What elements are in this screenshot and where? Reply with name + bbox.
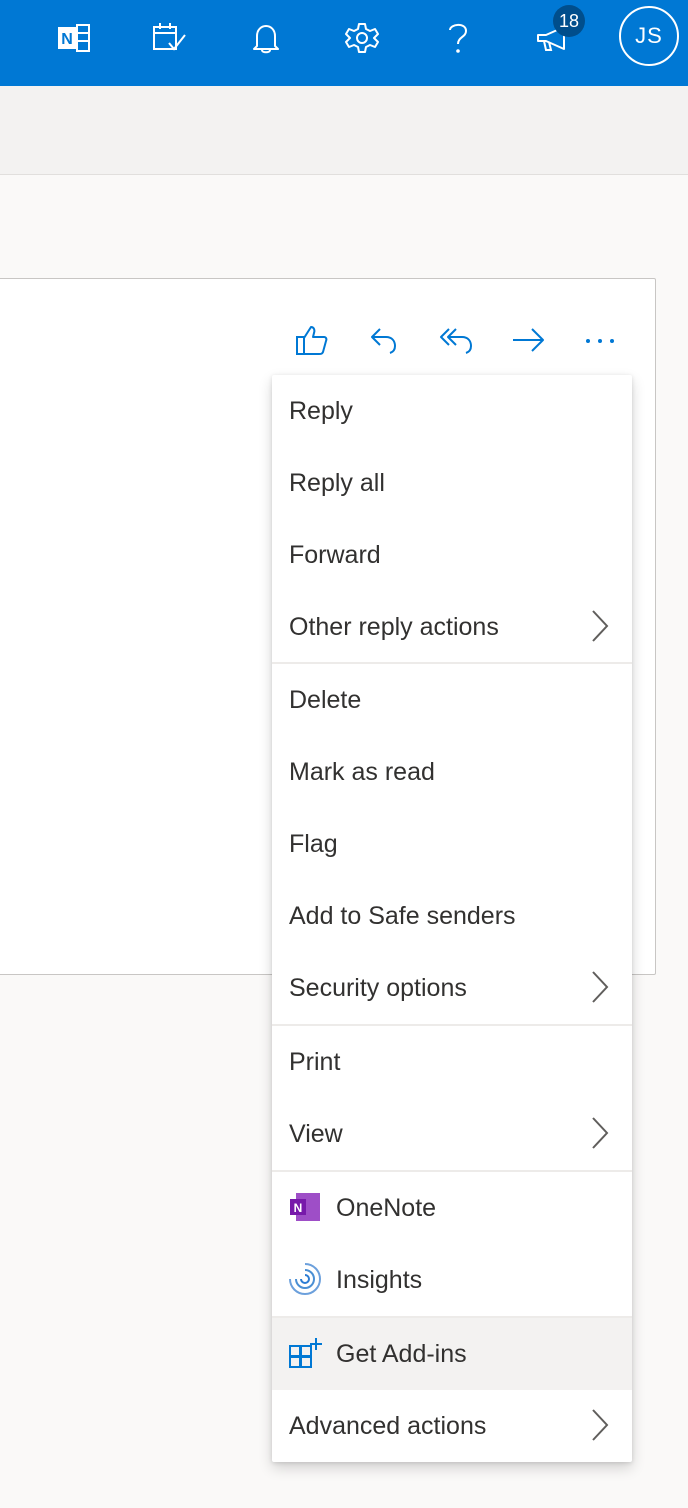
menu-item-forward[interactable]: Forward [272, 519, 632, 591]
get-addins-icon [288, 1336, 322, 1370]
menu-item-label: Insights [336, 1265, 423, 1294]
menu-item-label: Reply [289, 396, 353, 425]
menu-item-label: Forward [289, 540, 381, 569]
menu-item-label: Reply all [289, 468, 385, 497]
command-ribbon [0, 86, 688, 175]
chevron-right-icon [590, 1116, 610, 1157]
menu-item-add-to-safe-senders[interactable]: Add to Safe senders [272, 880, 632, 952]
menu-item-print[interactable]: Print [272, 1026, 632, 1098]
menu-item-view[interactable]: View [272, 1098, 632, 1170]
menu-item-mark-as-read[interactable]: Mark as read [272, 736, 632, 808]
like-button[interactable] [288, 318, 336, 366]
menu-item-label: Get Add-ins [336, 1339, 467, 1368]
svg-text:N: N [61, 31, 73, 48]
avatar[interactable]: JS [619, 6, 679, 66]
menu-item-label: Security options [289, 973, 467, 1002]
svg-text:N: N [294, 1201, 303, 1215]
help-button[interactable] [430, 10, 486, 66]
menu-item-label: Other reply actions [289, 612, 499, 641]
settings-button[interactable] [334, 10, 390, 66]
bell-icon [251, 22, 281, 54]
menu-item-reply-all[interactable]: Reply all [272, 447, 632, 519]
insights-icon [288, 1262, 322, 1296]
menu-item-label: Delete [289, 685, 362, 714]
menu-item-insights[interactable]: Insights [272, 1244, 632, 1316]
my-day-button[interactable] [142, 10, 198, 66]
app-header: N 18 JS [0, 0, 688, 86]
more-actions-button[interactable] [576, 318, 624, 366]
menu-item-onenote[interactable]: N OneNote [272, 1172, 632, 1244]
menu-item-reply[interactable]: Reply [272, 375, 632, 447]
like-icon [295, 324, 329, 361]
menu-item-delete[interactable]: Delete [272, 664, 632, 736]
help-icon [446, 20, 470, 56]
menu-item-label: Print [289, 1047, 341, 1076]
reply-icon [369, 325, 399, 360]
notifications-button[interactable] [238, 10, 294, 66]
onenote-feed-icon: N [57, 23, 91, 53]
menu-item-flag[interactable]: Flag [272, 808, 632, 880]
menu-item-security-options[interactable]: Security options [272, 952, 632, 1024]
reply-all-icon [439, 325, 475, 360]
onenote-icon: N [288, 1190, 322, 1224]
reply-button[interactable] [360, 318, 408, 366]
onenote-feed-button[interactable]: N [46, 10, 102, 66]
chevron-right-icon [590, 1408, 610, 1449]
menu-item-label: View [289, 1119, 343, 1148]
more-actions-menu: Reply Reply all Forward Other reply acti… [272, 375, 632, 1462]
menu-item-label: Flag [289, 829, 338, 858]
menu-item-label: Mark as read [289, 757, 435, 786]
chevron-right-icon [590, 609, 610, 650]
notification-count-badge: 18 [553, 5, 585, 37]
menu-item-advanced-actions[interactable]: Advanced actions [272, 1390, 632, 1462]
my-day-icon [152, 22, 188, 54]
forward-icon [510, 325, 546, 360]
menu-item-get-add-ins[interactable]: Get Add-ins [272, 1318, 632, 1390]
reply-all-button[interactable] [433, 318, 481, 366]
chevron-right-icon [590, 970, 610, 1011]
menu-item-other-reply-actions[interactable]: Other reply actions [272, 591, 632, 663]
menu-item-label: Add to Safe senders [289, 901, 516, 930]
forward-button[interactable] [504, 318, 552, 366]
more-actions-icon [583, 333, 617, 351]
gear-icon [345, 21, 379, 55]
menu-item-label: OneNote [336, 1193, 437, 1222]
menu-item-label: Advanced actions [289, 1411, 487, 1440]
